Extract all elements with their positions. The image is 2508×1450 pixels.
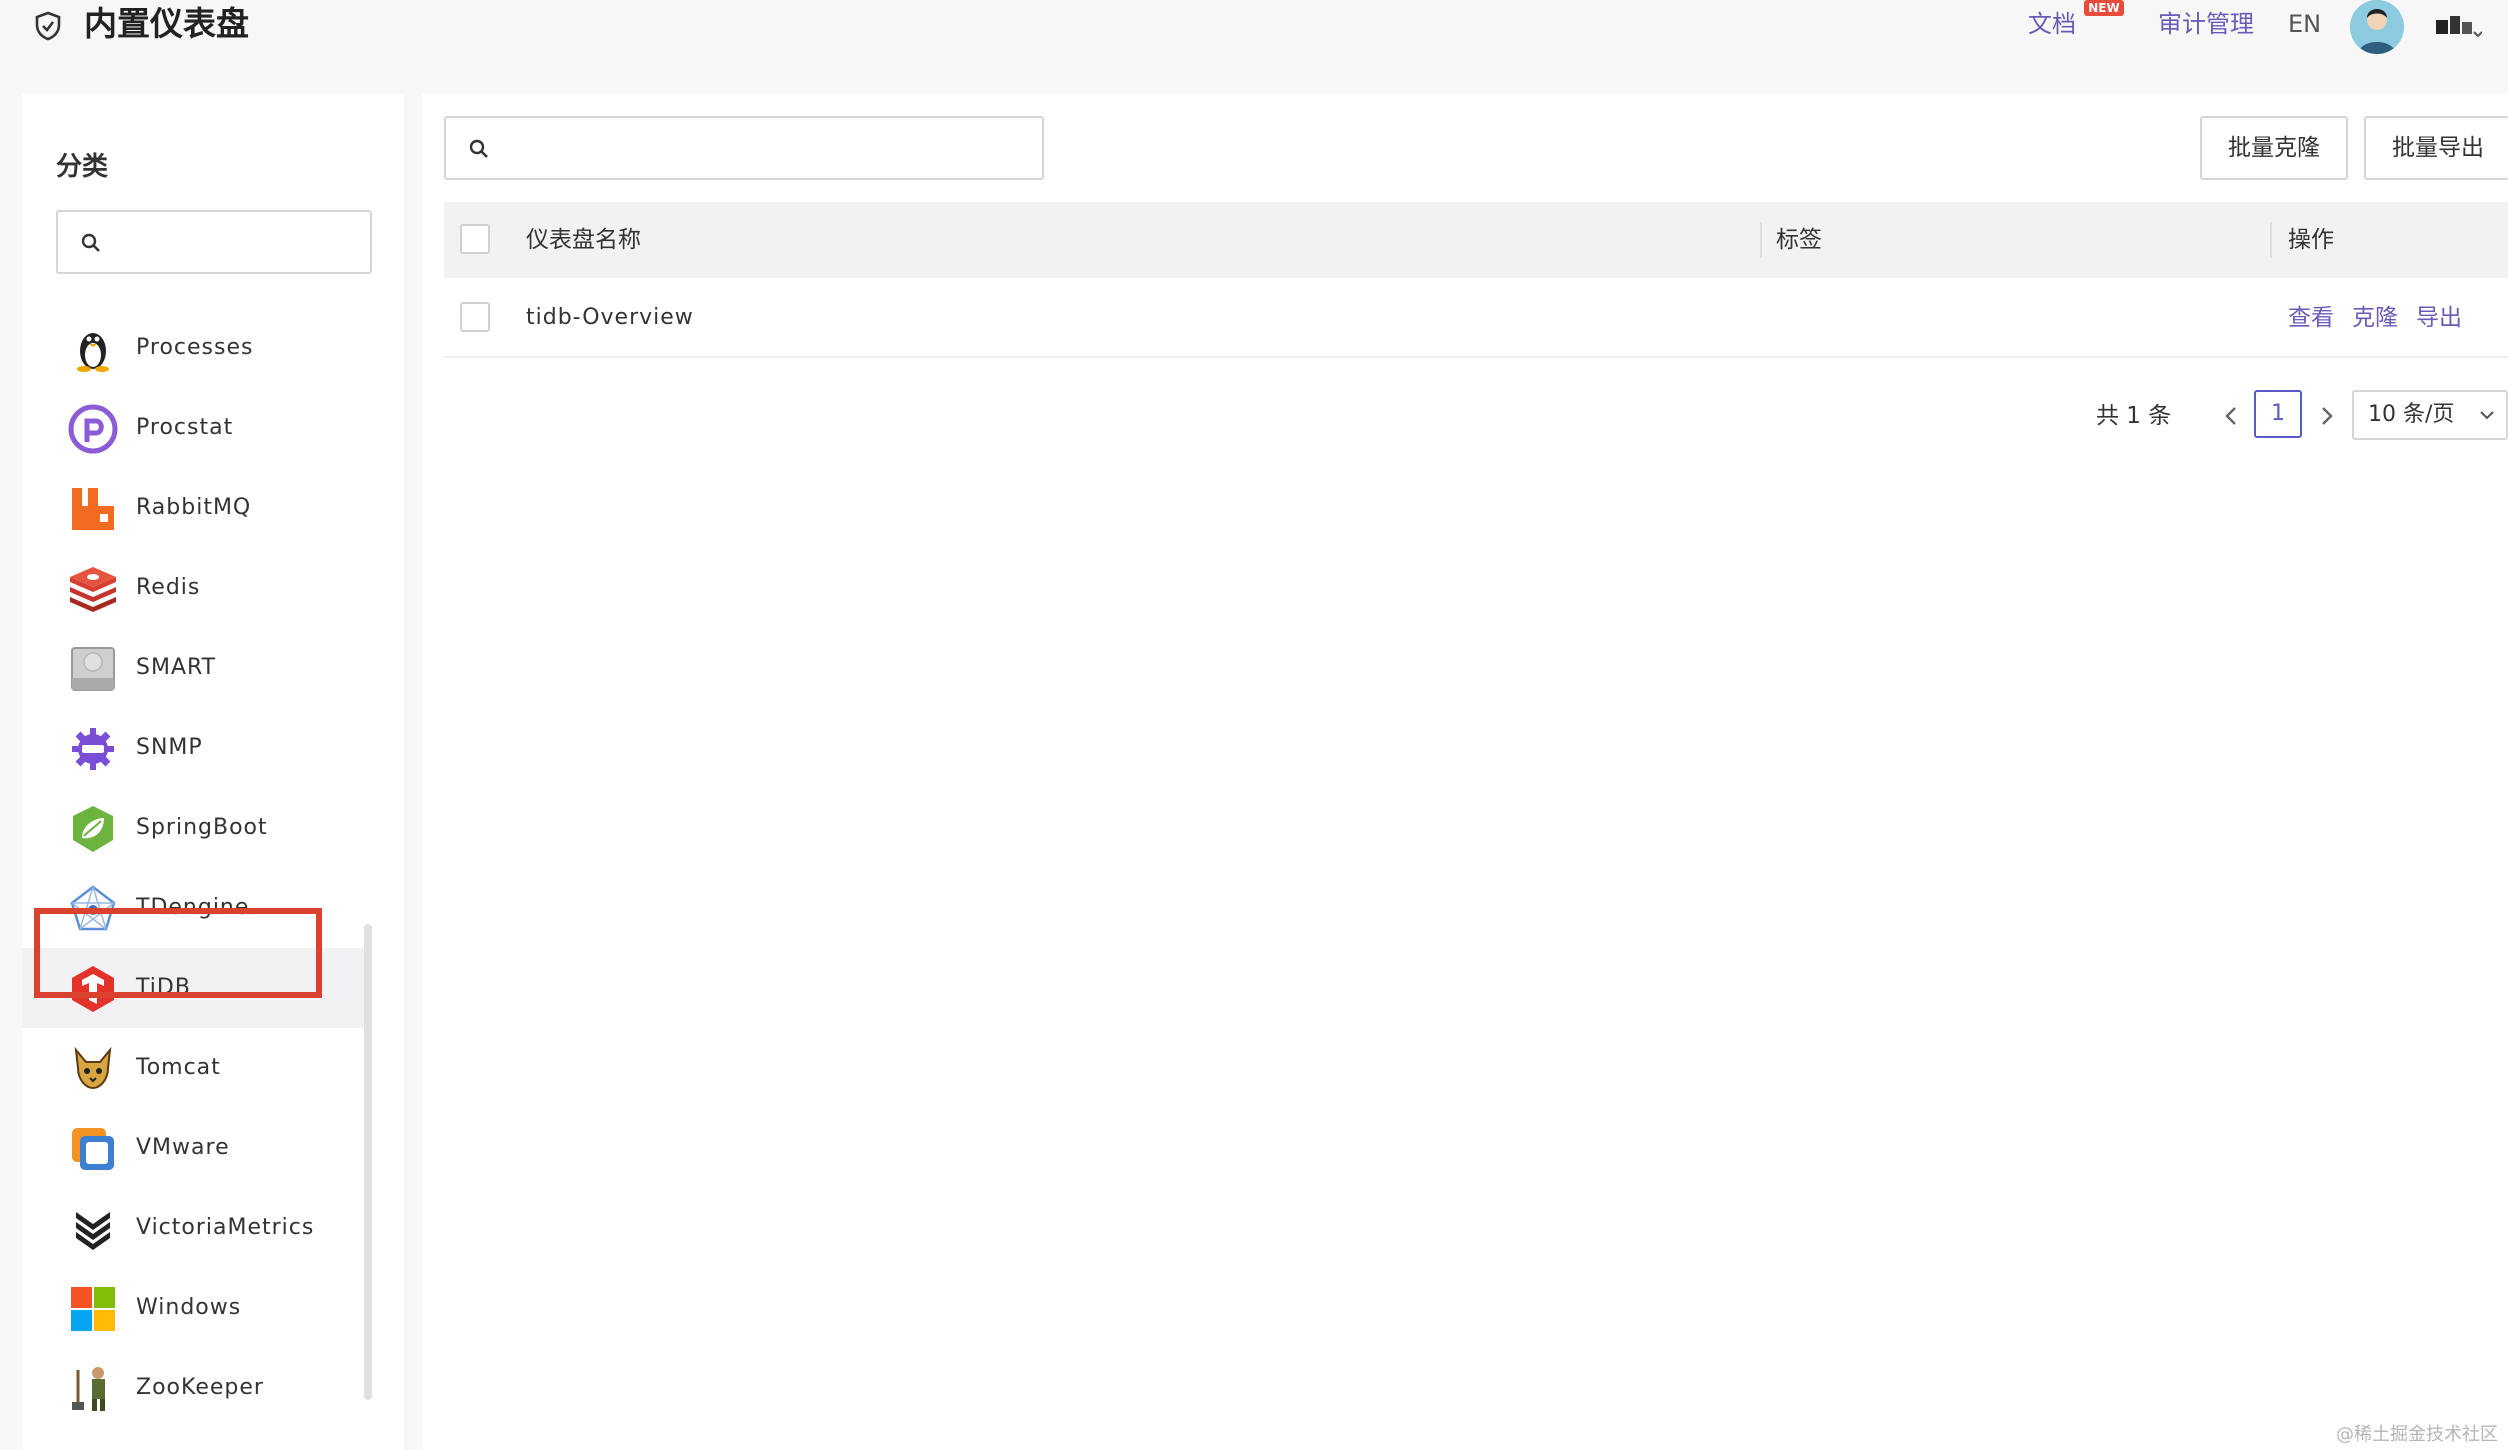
chevron-right-icon[interactable] [2312,390,2342,442]
sidebar-item-snmp[interactable]: SNMP [22,708,352,788]
sidebar-item-label: Windows [136,1295,242,1320]
sidebar-item-springboot[interactable]: SpringBoot [22,788,352,868]
select-all-checkbox[interactable] [460,224,490,254]
new-badge: NEW [2084,0,2124,16]
dashboard-search[interactable] [444,116,1044,180]
sidebar-item-rabbitmq[interactable]: RabbitMQ [22,468,352,548]
batch-export-button[interactable]: 批量导出 [2364,116,2508,180]
tomcat-icon [74,1046,112,1090]
victoriametrics-icon [76,1212,110,1250]
harddisk-icon [71,647,115,691]
category-search-input[interactable] [114,222,354,262]
avatar[interactable] [2350,0,2404,54]
page-title: 内置仪表盘 [84,4,249,43]
search-icon [81,233,100,252]
batch-clone-button[interactable]: 批量克隆 [2200,116,2348,180]
pagination-total: 共 1 条 [2096,403,2172,429]
sidebar-item-label: SpringBoot [136,815,268,840]
export-link[interactable]: 导出 [2416,278,2462,358]
sidebar-item-label: Processes [136,335,254,360]
chevron-down-icon [2480,411,2494,420]
page-size-select[interactable]: 10 条/页 [2352,390,2508,440]
sidebar-item-redis[interactable]: Redis [22,548,352,628]
sidebar-item-label: VictoriaMetrics [136,1215,315,1240]
sidebar-item-label: RabbitMQ [136,495,252,520]
column-header-actions: 操作 [2288,227,2334,253]
sidebar-scrollbar[interactable] [364,924,372,1400]
procstat-icon [68,404,118,454]
sidebar-item-label: TDengine [136,895,250,920]
view-link[interactable]: 查看 [2288,278,2334,358]
category-search[interactable] [56,210,372,274]
redis-icon [70,567,116,612]
category-heading: 分类 [56,152,109,182]
page-size-value: 10 条/页 [2368,402,2455,427]
sidebar-item-smart[interactable]: SMART [22,628,352,708]
sidebar-item-processes[interactable]: Processes [22,308,352,388]
user-avatar-icon [2350,0,2404,54]
sidebar-item-label: Tomcat [136,1055,221,1080]
zookeeper-icon [72,1367,105,1411]
shield-check-icon [35,11,61,41]
springboot-icon [73,806,113,852]
column-header-name: 仪表盘名称 [526,227,641,253]
table-header: 仪表盘名称 标签 操作 [444,202,2508,278]
column-header-tags: 标签 [1776,227,1822,253]
sidebar-item-tidb[interactable]: TiDB [22,948,372,1028]
sidebar-item-label: Procstat [136,415,234,440]
table-row: tidb-Overview 查看 克隆 导出 [444,278,2508,358]
search-icon [469,139,488,158]
dashboard-name: tidb-Overview [526,305,694,330]
windows-icon [71,1287,115,1331]
sidebar-item-label: VMware [136,1135,230,1160]
sidebar-item-victoriametrics[interactable]: VictoriaMetrics [22,1188,352,1268]
sidebar-item-windows[interactable]: Windows [22,1268,352,1348]
tidb-icon [72,966,114,1012]
sidebar-item-tomcat[interactable]: Tomcat [22,1028,352,1108]
sidebar-item-label: Redis [136,575,201,600]
audit-link[interactable]: 审计管理 [2158,8,2254,40]
row-checkbox[interactable] [460,302,490,332]
sidebar-item-label: SNMP [136,735,203,760]
dashboard-list-panel: 批量克隆 批量导出 仪表盘名称 标签 操作 tidb-Overview 查看 克… [422,94,2508,1450]
docs-link[interactable]: 文档 [2028,8,2076,40]
rabbitmq-icon [72,488,114,530]
pagination-page-current[interactable]: 1 [2254,390,2302,438]
sidebar-item-label: TiDB [136,975,191,1000]
sidebar-item-label: ZooKeeper [136,1375,264,1400]
sidebar-item-label: SMART [136,655,217,680]
watermark: @稀土掘金技术社区 [2336,1424,2498,1445]
sidebar-item-procstat[interactable]: Procstat [22,388,352,468]
category-sidebar: 分类 Processes Procstat RabbitMQ Redis SMA… [22,94,404,1450]
column-divider [2270,222,2272,258]
vmware-icon [72,1128,114,1170]
column-divider [1760,222,1762,258]
sidebar-item-zookeeper[interactable]: ZooKeeper [22,1348,352,1428]
sidebar-item-vmware[interactable]: VMware [22,1108,352,1188]
language-toggle[interactable]: EN [2288,8,2321,40]
clone-link[interactable]: 克隆 [2352,278,2398,358]
dashboard-search-input[interactable] [502,128,1022,168]
sidebar-item-tdengine[interactable]: TDengine [22,868,352,948]
snmp-icon [72,728,114,770]
account-menu-icon[interactable] [2434,12,2482,42]
chevron-left-icon[interactable] [2216,390,2246,442]
top-header: 内置仪表盘 文档 NEW 审计管理 EN [0,0,2508,60]
tdengine-icon [70,885,116,931]
linux-penguin-icon [77,333,109,372]
